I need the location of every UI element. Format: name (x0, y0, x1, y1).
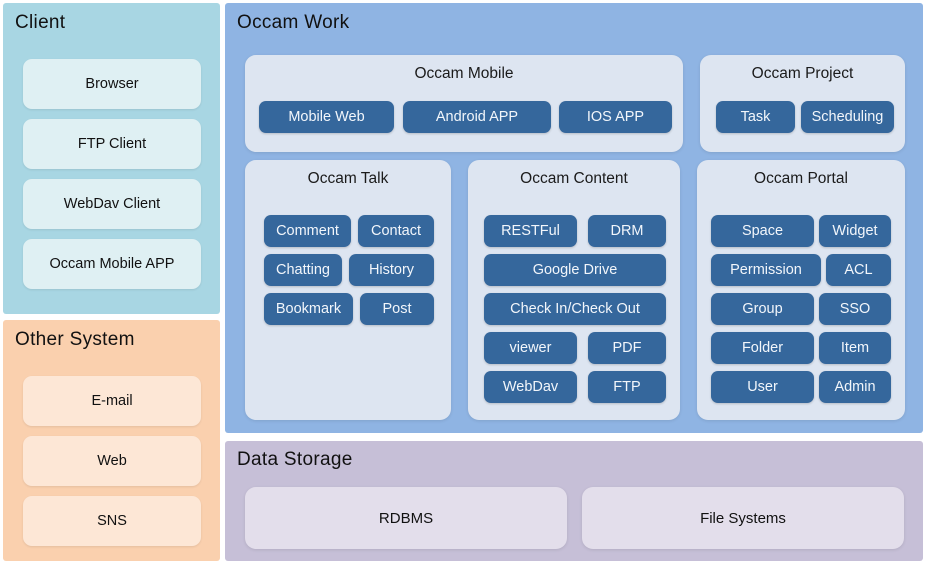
client-item-label: Browser (85, 76, 139, 92)
pill-label: viewer (509, 340, 552, 356)
occam-talk-group-title: Occam Talk (307, 170, 389, 187)
client-item-occam-mobile-app[interactable]: Occam Mobile APP (23, 239, 201, 289)
pill-label: Item (840, 340, 870, 356)
occam-content-button-check-in-check-out[interactable]: Check In/Check Out (484, 293, 666, 325)
occam-talk-button-comment[interactable]: Comment (264, 215, 351, 247)
occam-portal-button-widget[interactable]: Widget (819, 215, 891, 247)
pill-label: Task (740, 109, 771, 125)
occam-talk-button-contact[interactable]: Contact (358, 215, 434, 247)
data-storage-panel: Data Storage RDBMS File Systems (225, 441, 923, 561)
occam-portal-button-permission[interactable]: Permission (711, 254, 821, 286)
occam-portal-group: Occam Portal Space Widget Permission ACL… (697, 160, 905, 420)
other-system-item-label: E-mail (91, 393, 133, 409)
occam-content-button-ftp[interactable]: FTP (588, 371, 666, 403)
pill-label: Folder (741, 340, 784, 356)
pill-label: Mobile Web (288, 109, 365, 125)
other-system-panel-title: Other System (15, 329, 135, 350)
occam-portal-button-user[interactable]: User (711, 371, 814, 403)
occam-content-group: Occam Content RESTFul DRM Google Drive C… (468, 160, 680, 420)
data-storage-item-rdbms[interactable]: RDBMS (245, 487, 567, 549)
occam-project-button-scheduling[interactable]: Scheduling (801, 101, 894, 133)
pill-label: Widget (832, 223, 878, 239)
client-panel: Client Browser FTP Client WebDav Client … (3, 3, 220, 314)
other-system-item-web[interactable]: Web (23, 436, 201, 486)
occam-content-button-google-drive[interactable]: Google Drive (484, 254, 666, 286)
pill-label: User (747, 379, 778, 395)
client-item-webdav-client[interactable]: WebDav Client (23, 179, 201, 229)
occam-portal-button-folder[interactable]: Folder (711, 332, 814, 364)
occam-project-group-title: Occam Project (751, 65, 854, 82)
pill-label: History (368, 262, 415, 278)
other-system-item-label: SNS (97, 513, 127, 529)
client-item-label: FTP Client (77, 136, 147, 152)
client-item-label: Occam Mobile APP (49, 256, 175, 272)
occam-talk-button-chatting[interactable]: Chatting (264, 254, 342, 286)
other-system-panel: Other System E-mail Web SNS (3, 320, 220, 561)
occam-content-group-title: Occam Content (520, 170, 628, 187)
occam-content-button-drm[interactable]: DRM (588, 215, 666, 247)
client-panel-title: Client (15, 12, 66, 33)
occam-mobile-group-title: Occam Mobile (414, 65, 514, 82)
client-item-ftp-client[interactable]: FTP Client (23, 119, 201, 169)
occam-portal-button-group[interactable]: Group (711, 293, 814, 325)
other-system-item-label: Web (97, 453, 127, 469)
occam-talk-button-post[interactable]: Post (360, 293, 434, 325)
occam-portal-button-item[interactable]: Item (819, 332, 891, 364)
data-storage-panel-title: Data Storage (237, 449, 353, 470)
occam-content-button-webdav[interactable]: WebDav (484, 371, 577, 403)
occam-project-group: Occam Project Task Scheduling (700, 55, 905, 152)
pill-label: Space (741, 223, 784, 239)
occam-talk-button-history[interactable]: History (349, 254, 434, 286)
pill-label: DRM (610, 223, 644, 239)
occam-work-panel-title: Occam Work (237, 12, 350, 33)
pill-label: PDF (612, 340, 642, 356)
architecture-diagram: Client Browser FTP Client WebDav Client … (0, 0, 926, 564)
other-system-item-email[interactable]: E-mail (23, 376, 201, 426)
pill-label: Comment (276, 223, 339, 239)
pill-label: Group (742, 301, 783, 317)
occam-mobile-button-ios-app[interactable]: IOS APP (559, 101, 672, 133)
pill-label: Permission (730, 262, 802, 278)
pill-label: Android APP (435, 109, 519, 125)
occam-content-button-restful[interactable]: RESTFul (484, 215, 577, 247)
occam-portal-button-admin[interactable]: Admin (819, 371, 891, 403)
other-system-item-sns[interactable]: SNS (23, 496, 201, 546)
data-storage-item-file-systems[interactable]: File Systems (582, 487, 904, 549)
pill-label: Chatting (275, 262, 330, 278)
pill-label: Check In/Check Out (510, 301, 640, 317)
pill-label: Scheduling (811, 109, 884, 125)
occam-portal-button-space[interactable]: Space (711, 215, 814, 247)
pill-label: Bookmark (275, 301, 342, 317)
occam-talk-button-bookmark[interactable]: Bookmark (264, 293, 353, 325)
pill-label: ACL (844, 262, 873, 278)
occam-mobile-button-mobile-web[interactable]: Mobile Web (259, 101, 394, 133)
occam-project-button-task[interactable]: Task (716, 101, 795, 133)
pill-label: IOS APP (586, 109, 645, 125)
occam-work-panel: Occam Work Occam Mobile Mobile Web Andro… (225, 3, 923, 433)
client-item-browser[interactable]: Browser (23, 59, 201, 109)
client-item-label: WebDav Client (63, 196, 161, 212)
pill-label: WebDav (502, 379, 559, 395)
pill-label: Post (382, 301, 412, 317)
occam-portal-button-sso[interactable]: SSO (819, 293, 891, 325)
occam-content-button-viewer[interactable]: viewer (484, 332, 577, 364)
occam-portal-group-title: Occam Portal (754, 170, 848, 187)
pill-label: RESTFul (501, 223, 560, 239)
storage-item-label: RDBMS (378, 509, 434, 527)
pill-label: Google Drive (532, 262, 618, 278)
pill-label: FTP (613, 379, 641, 395)
pill-label: Admin (834, 379, 876, 395)
occam-talk-group: Occam Talk Comment Contact Chatting Hist… (245, 160, 451, 420)
occam-mobile-group: Occam Mobile Mobile Web Android APP IOS … (245, 55, 683, 152)
pill-label: SSO (839, 301, 871, 317)
occam-portal-button-acl[interactable]: ACL (826, 254, 891, 286)
occam-content-button-pdf[interactable]: PDF (588, 332, 666, 364)
pill-label: Contact (371, 223, 421, 239)
occam-mobile-button-android-app[interactable]: Android APP (403, 101, 551, 133)
storage-item-label: File Systems (700, 509, 786, 527)
